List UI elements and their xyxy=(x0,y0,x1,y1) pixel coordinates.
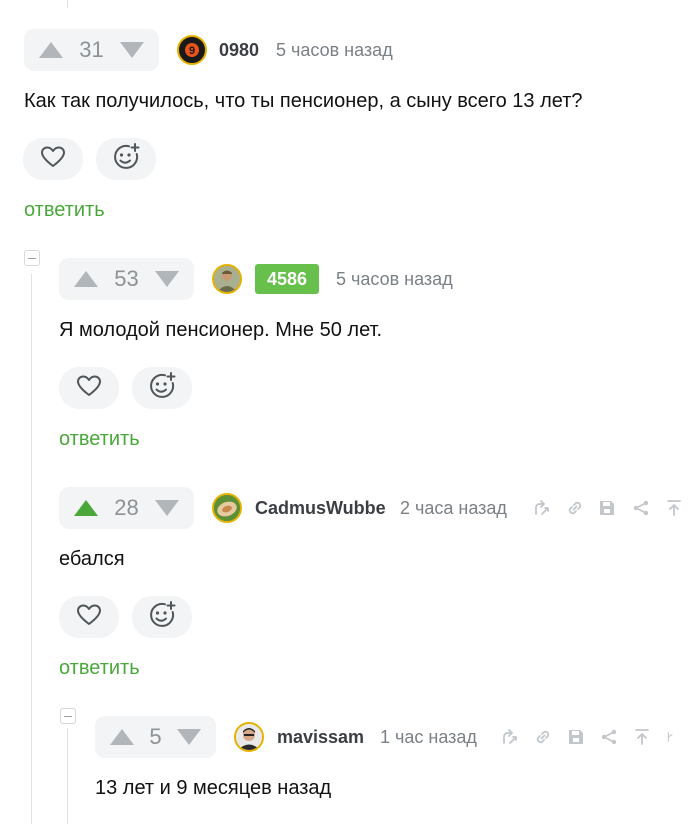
like-button[interactable] xyxy=(59,596,119,638)
comment-text: Я молодой пенсионер. Мне 50 лет. xyxy=(59,319,383,341)
add-reaction-button[interactable] xyxy=(96,138,156,180)
username[interactable]: 0980 xyxy=(219,40,259,61)
avatar[interactable] xyxy=(212,493,242,523)
add-reaction-button[interactable] xyxy=(132,596,192,638)
thread-line xyxy=(67,728,68,824)
vote-count: 28 xyxy=(114,495,139,520)
share-icon[interactable] xyxy=(599,727,619,747)
like-button[interactable] xyxy=(59,367,119,409)
avatar[interactable]: 9 xyxy=(177,35,207,65)
username[interactable]: mavissam xyxy=(277,727,364,748)
collapse-thread-button[interactable] xyxy=(60,708,76,724)
branch-icon[interactable] xyxy=(532,498,552,518)
comment-text: Как так получилось, что ты пенсионер, а … xyxy=(24,90,583,112)
reply-link[interactable]: ответить xyxy=(59,657,140,680)
add-reaction-button[interactable] xyxy=(132,367,192,409)
triangle-up-icon[interactable] xyxy=(73,499,99,517)
collapse-thread-button[interactable] xyxy=(24,250,40,266)
rating-badge[interactable]: 4586 xyxy=(255,264,320,294)
triangle-up-icon[interactable] xyxy=(38,41,64,59)
comment-time[interactable]: 1 час назад xyxy=(380,727,477,748)
branch-icon[interactable] xyxy=(500,727,520,747)
smiley-add-icon xyxy=(111,142,141,177)
heart-icon xyxy=(76,374,102,403)
smiley-add-icon xyxy=(147,600,177,635)
reply-link[interactable]: ответить xyxy=(24,199,105,222)
vote-count: 53 xyxy=(114,266,139,291)
vote-control: 53 xyxy=(59,258,194,300)
heart-icon xyxy=(40,145,66,174)
share-icon[interactable] xyxy=(631,498,651,518)
comment-text: ебался xyxy=(59,548,125,570)
svg-text:9: 9 xyxy=(189,45,195,57)
smiley-add-icon xyxy=(147,371,177,406)
thread-line xyxy=(67,0,68,8)
to-top-icon[interactable] xyxy=(632,727,652,747)
link-icon[interactable] xyxy=(533,727,553,747)
more-icon[interactable] xyxy=(666,727,678,747)
triangle-down-icon[interactable] xyxy=(154,270,180,288)
vote-control: 28 xyxy=(59,487,194,529)
vote-count: 5 xyxy=(149,724,162,749)
to-top-icon[interactable] xyxy=(664,498,684,518)
reply-link[interactable]: ответить xyxy=(59,428,140,451)
comment-time[interactable]: 5 часов назад xyxy=(276,40,393,61)
heart-icon xyxy=(76,603,102,632)
comment-time[interactable]: 5 часов назад xyxy=(336,269,453,290)
like-button[interactable] xyxy=(23,138,83,180)
comment-text: 13 лет и 9 месяцев назад xyxy=(95,777,332,799)
save-icon[interactable] xyxy=(597,498,617,518)
avatar[interactable] xyxy=(212,264,242,294)
triangle-down-icon[interactable] xyxy=(176,728,202,746)
triangle-down-icon[interactable] xyxy=(154,499,180,517)
triangle-up-icon[interactable] xyxy=(73,270,99,288)
vote-control: 31 xyxy=(24,29,159,71)
triangle-up-icon[interactable] xyxy=(109,728,135,746)
link-icon[interactable] xyxy=(565,498,585,518)
save-icon[interactable] xyxy=(566,727,586,747)
username[interactable]: CadmusWubbe xyxy=(255,498,386,519)
vote-control: 5 xyxy=(95,716,216,758)
comment-time[interactable]: 2 часа назад xyxy=(400,498,507,519)
triangle-down-icon[interactable] xyxy=(119,41,145,59)
avatar[interactable] xyxy=(234,722,264,752)
vote-count: 31 xyxy=(79,37,104,62)
thread-line xyxy=(31,274,32,824)
